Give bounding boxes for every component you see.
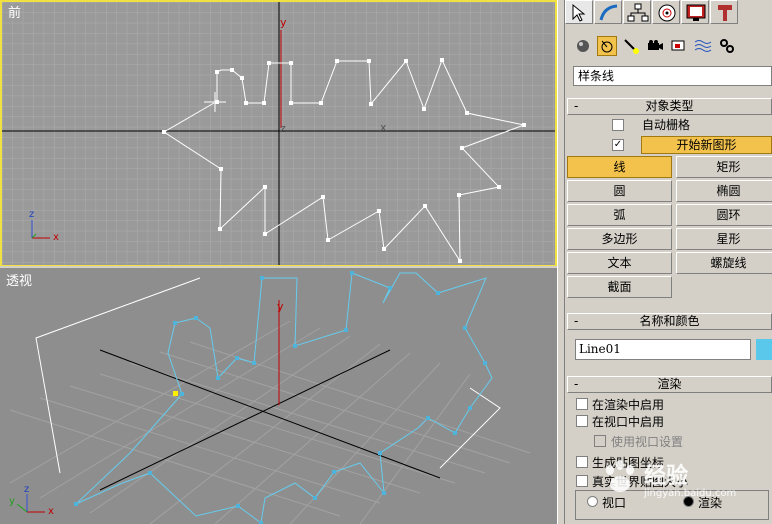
perspective-spline xyxy=(75,272,493,524)
rendering-rollout-header[interactable]: - 渲染 xyxy=(567,376,772,393)
object-type-title: 对象类型 xyxy=(645,99,694,113)
collapse-icon[interactable]: - xyxy=(574,314,578,329)
modify-tab-icon[interactable] xyxy=(594,0,622,24)
utilities-tab-icon[interactable] xyxy=(710,0,738,24)
collapse-icon[interactable]: - xyxy=(574,377,578,392)
collapse-icon[interactable]: - xyxy=(574,99,578,114)
front-viewport-label[interactable]: 前 xyxy=(8,2,21,21)
arc-button[interactable]: 弧 xyxy=(567,204,672,226)
selected-vertex xyxy=(173,391,178,396)
svg-text:x: x xyxy=(380,121,387,134)
text-button[interactable]: 文本 xyxy=(567,252,672,274)
perspective-grid: y z x y xyxy=(9,271,531,524)
viewport-divider-vertical[interactable] xyxy=(557,0,565,524)
systems-icon[interactable] xyxy=(717,36,737,56)
baidu-paw-logo-icon xyxy=(606,460,634,492)
svg-text:z: z xyxy=(280,122,286,135)
shapes-icon[interactable] xyxy=(597,36,617,56)
donut-button[interactable]: 圆环 xyxy=(676,204,772,226)
rectangle-button[interactable]: 矩形 xyxy=(676,156,772,178)
star-button[interactable]: 星形 xyxy=(676,228,772,250)
display-tab-icon[interactable] xyxy=(681,0,709,24)
start-new-shape-checkbox[interactable]: ✓ xyxy=(612,139,624,151)
helpers-icon[interactable] xyxy=(669,36,689,56)
generate-mapping-checkbox[interactable] xyxy=(576,456,588,468)
lights-icon[interactable] xyxy=(621,36,641,56)
svg-text:y: y xyxy=(280,16,287,29)
autogrid-checkbox[interactable] xyxy=(612,119,624,131)
baidu-jingyan-watermark: 经验 jingyan.baidu.com xyxy=(600,458,760,502)
front-viewport[interactable]: y z x z x 前 xyxy=(0,0,557,267)
helix-button[interactable]: 螺旋线 xyxy=(676,252,772,274)
svg-text:x: x xyxy=(48,506,54,517)
object-name-input[interactable]: Line01 xyxy=(575,339,751,360)
cameras-icon[interactable] xyxy=(645,36,665,56)
ngon-button[interactable]: 多边形 xyxy=(567,228,672,250)
enable-in-renderer-label: 在渲染中启用 xyxy=(592,398,665,412)
section-button[interactable]: 截面 xyxy=(567,276,672,298)
viewport-radio[interactable] xyxy=(587,496,598,507)
watermark-url: jingyan.baidu.com xyxy=(644,488,737,499)
line-button[interactable]: 线 xyxy=(567,156,672,178)
hierarchy-tab-icon[interactable] xyxy=(623,0,651,24)
category-dropdown[interactable]: 样条线 xyxy=(573,66,772,86)
watermark-text: 经验 xyxy=(644,464,689,489)
perspective-viewport-label[interactable]: 透视 xyxy=(6,270,32,289)
spacewarps-icon[interactable] xyxy=(693,36,713,56)
real-world-map-size-checkbox[interactable] xyxy=(576,475,588,487)
motion-tab-icon[interactable] xyxy=(652,0,680,24)
command-panel-tabs xyxy=(565,0,772,26)
create-tab-icon[interactable] xyxy=(565,0,593,24)
command-panel: 样条线 - 对象类型 自动栅格 ✓ 开始新图形 线 矩形 圆 椭圆 弧 圆环 多… xyxy=(565,0,772,524)
svg-text:x: x xyxy=(53,232,59,243)
svg-text:y: y xyxy=(277,300,284,313)
svg-text:z: z xyxy=(29,209,34,220)
autogrid-label: 自动栅格 xyxy=(642,118,691,132)
front-grid: y z x z x xyxy=(2,2,555,265)
ellipse-button[interactable]: 椭圆 xyxy=(676,180,772,202)
start-new-shape-button[interactable]: 开始新图形 xyxy=(641,136,772,154)
use-viewport-settings-checkbox[interactable] xyxy=(594,435,606,447)
name-color-rollout-header[interactable]: - 名称和颜色 xyxy=(567,313,772,330)
svg-text:z: z xyxy=(24,484,29,495)
object-color-swatch[interactable] xyxy=(756,339,772,360)
circle-button[interactable]: 圆 xyxy=(567,180,672,202)
enable-in-renderer-checkbox[interactable] xyxy=(576,398,588,410)
geometry-icon[interactable] xyxy=(573,36,593,56)
enable-in-viewport-label: 在视口中启用 xyxy=(592,415,665,429)
rendering-title: 渲染 xyxy=(657,377,682,391)
svg-text:y: y xyxy=(9,496,15,507)
perspective-viewport[interactable]: y z x y 透视 xyxy=(0,268,557,524)
name-color-title: 名称和颜色 xyxy=(639,314,700,328)
use-viewport-settings-label: 使用视口设置 xyxy=(611,435,684,449)
object-type-rollout-header[interactable]: - 对象类型 xyxy=(567,98,772,115)
enable-in-viewport-checkbox[interactable] xyxy=(576,415,588,427)
